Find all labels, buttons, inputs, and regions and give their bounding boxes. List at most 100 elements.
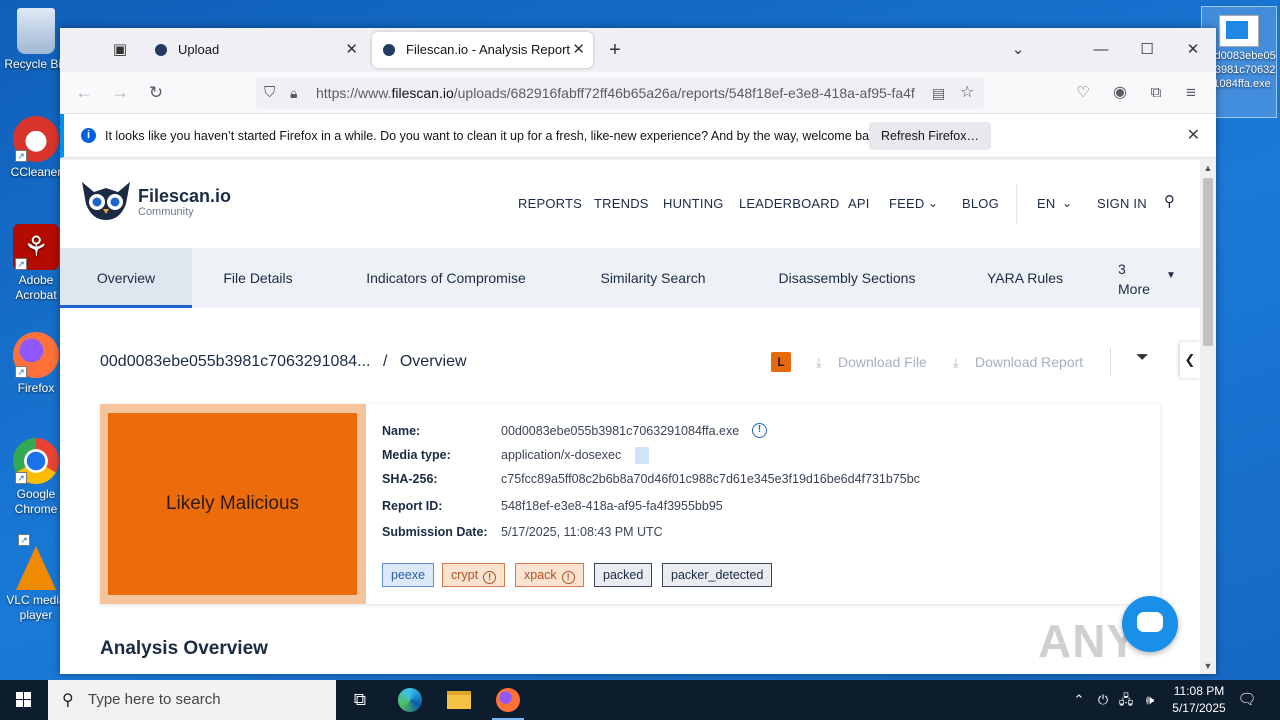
clock[interactable]: 11:08 PM 5/17/2025: [1160, 683, 1238, 717]
desktop-icon-label: CCleaner: [10, 165, 62, 179]
download-report-label: Download Report: [975, 354, 1084, 370]
extensions-icon[interactable]: ⧉: [1141, 78, 1171, 108]
taskbar: ⚲ Type here to search ⧉ ⌃ ⏻ 🖧︎ 🕪︎ 11:08 …: [0, 680, 1280, 720]
start-button[interactable]: [0, 680, 48, 720]
bookmark-star-icon[interactable]: ☆: [960, 77, 974, 109]
task-view-icon[interactable]: ⧉: [336, 680, 384, 720]
analysis-overview-heading: Analysis Overview: [100, 638, 268, 659]
download-file-label: Download File: [838, 354, 927, 370]
field-label: Name:: [382, 424, 421, 438]
tray-device-icon[interactable]: ⏻: [1093, 680, 1113, 720]
taskbar-search[interactable]: ⚲ Type here to search: [48, 680, 336, 720]
menu-reports[interactable]: REPORTS: [518, 196, 582, 211]
menu-blog[interactable]: BLOG: [962, 196, 999, 211]
url-text[interactable]: https://www.filescan.io/uploads/682916fa…: [316, 77, 926, 109]
back-icon[interactable]: ←: [69, 78, 99, 108]
language-chevron-down-icon[interactable]: ⌄: [1062, 196, 1072, 210]
sign-in-link[interactable]: SIGN IN: [1097, 196, 1147, 211]
menu-hunting[interactable]: HUNTING: [663, 196, 724, 211]
lock-icon[interactable]: 🔒︎: [290, 77, 297, 109]
download-report-button[interactable]: ⤓ Download Report: [953, 354, 1083, 371]
breadcrumb-file[interactable]: 00d0083ebe055b3981c7063291084...: [100, 353, 371, 370]
tab-analysis-report[interactable]: Filescan.io - Analysis Report for ✕: [372, 32, 593, 68]
tab-indicators-of-compromise[interactable]: Indicators of Compromise: [356, 248, 536, 308]
reader-view-icon[interactable]: ▤: [932, 77, 945, 109]
menu-icon[interactable]: ≡: [1176, 78, 1206, 108]
feed-chevron-down-icon[interactable]: ⌄: [928, 196, 938, 210]
forward-icon[interactable]: →: [105, 78, 135, 108]
field-value[interactable]: 548f18ef-e3e8-418a-af95-fa4f3955bb95: [501, 499, 723, 513]
close-notification-icon[interactable]: ✕: [1187, 114, 1200, 158]
close-tab-icon[interactable]: ✕: [572, 32, 585, 68]
more-caret-down-icon[interactable]: ▼: [1166, 270, 1176, 281]
menu-trends[interactable]: TRENDS: [594, 196, 649, 211]
vlc-icon: ↗: [16, 534, 56, 590]
tab-overview[interactable]: Overview: [60, 248, 192, 308]
taskbar-firefox[interactable]: [484, 680, 532, 720]
menu-divider: [1016, 184, 1017, 224]
menu-api[interactable]: API: [848, 196, 870, 211]
maximize-icon[interactable]: ☐: [1124, 28, 1170, 72]
language-selector[interactable]: EN: [1037, 196, 1055, 211]
brand-name[interactable]: Filescan.io: [138, 186, 231, 207]
scroll-down-icon[interactable]: ▼: [1200, 658, 1216, 674]
tab-bar: ▣ Upload ✕ Filescan.io - Analysis Report…: [60, 28, 1216, 72]
desktop-icon-label: Google Chrome: [14, 487, 58, 516]
account-icon[interactable]: ◉: [1105, 78, 1135, 108]
toolbar-divider: [1110, 348, 1111, 376]
document-icon: [635, 447, 649, 464]
close-tab-icon[interactable]: ✕: [345, 32, 358, 68]
new-tab-icon[interactable]: +: [601, 36, 629, 64]
taskbar-file-explorer[interactable]: [435, 680, 483, 720]
close-window-icon[interactable]: ✕: [1170, 28, 1216, 72]
menu-leaderboard[interactable]: LEADERBOARD: [739, 196, 839, 211]
tab-disassembly-sections[interactable]: Disassembly Sections: [770, 248, 924, 308]
tab-label: Upload: [178, 42, 220, 57]
filter-icon[interactable]: ⏷: [1136, 349, 1149, 367]
reload-icon[interactable]: ↻: [141, 78, 171, 108]
page-content: Filescan.io Community REPORTS TRENDS HUN…: [60, 160, 1200, 674]
tray-chevron-up-icon[interactable]: ⌃: [1068, 680, 1090, 720]
tag-crypt[interactable]: crypt!: [442, 563, 506, 587]
download-file-button[interactable]: ⤓ Download File: [816, 354, 927, 371]
page-scrollbar[interactable]: ▲ ▼: [1200, 160, 1216, 674]
tag-packer-detected[interactable]: packer_detected: [662, 563, 773, 587]
tab-list-chevron-down-icon[interactable]: ⌄: [1004, 36, 1032, 64]
search-icon: ⚲: [62, 692, 74, 709]
refresh-firefox-button[interactable]: Refresh Firefox…: [869, 122, 991, 150]
search-icon[interactable]: ⚲: [1164, 192, 1175, 210]
field-value: 00d0083ebe055b3981c7063291084ffa.exe: [501, 424, 740, 438]
tag-packed[interactable]: packed: [594, 563, 653, 587]
site-header: Filescan.io Community REPORTS TRENDS HUN…: [60, 160, 1200, 248]
notifications-icon[interactable]: 🗨︎: [1236, 680, 1258, 720]
tab-upload[interactable]: Upload ✕: [144, 32, 366, 68]
firefox-window: ▣ Upload ✕ Filescan.io - Analysis Report…: [60, 28, 1216, 674]
field-label: Submission Date:: [382, 525, 488, 539]
filescan-owl-logo-icon[interactable]: [80, 178, 132, 222]
tag-xpack[interactable]: xpack!: [515, 563, 584, 587]
volume-icon[interactable]: 🕪︎: [1139, 680, 1161, 720]
report-subnav: Overview File Details Indicators of Comp…: [60, 248, 1200, 308]
url-bar[interactable]: ⛉ 🔒︎ https://www.filescan.io/uploads/682…: [256, 77, 984, 109]
chat-button[interactable]: [1122, 596, 1178, 652]
tab-yara-rules[interactable]: YARA Rules: [980, 248, 1070, 308]
field-label: SHA-256:: [382, 472, 438, 486]
side-panel-chevron-left-icon[interactable]: ❮: [1180, 342, 1200, 378]
scrollbar-thumb[interactable]: [1203, 178, 1213, 346]
field-value[interactable]: c75fcc89a5ff08c2b6b8a70d46f01c988c7d61e3…: [501, 472, 920, 486]
network-icon[interactable]: 🖧︎: [1115, 680, 1137, 720]
firefox-view-icon[interactable]: ▣: [106, 36, 134, 64]
pocket-icon[interactable]: ♡: [1068, 78, 1098, 108]
shield-icon[interactable]: ⛉: [264, 77, 275, 109]
exclamation-info-icon[interactable]: !: [752, 423, 767, 438]
scroll-up-icon[interactable]: ▲: [1200, 160, 1216, 176]
menu-feed[interactable]: FEED: [889, 196, 924, 211]
tab-file-details[interactable]: File Details: [210, 248, 306, 308]
tag-peexe[interactable]: peexe: [382, 563, 435, 587]
taskbar-edge[interactable]: [386, 680, 434, 720]
ccleaner-icon: ↗: [13, 116, 59, 162]
warning-info-icon: !: [561, 571, 575, 584]
field-value: application/x-dosexec: [501, 448, 622, 462]
tab-similarity-search[interactable]: Similarity Search: [592, 248, 714, 308]
minimize-icon[interactable]: —: [1078, 28, 1124, 72]
